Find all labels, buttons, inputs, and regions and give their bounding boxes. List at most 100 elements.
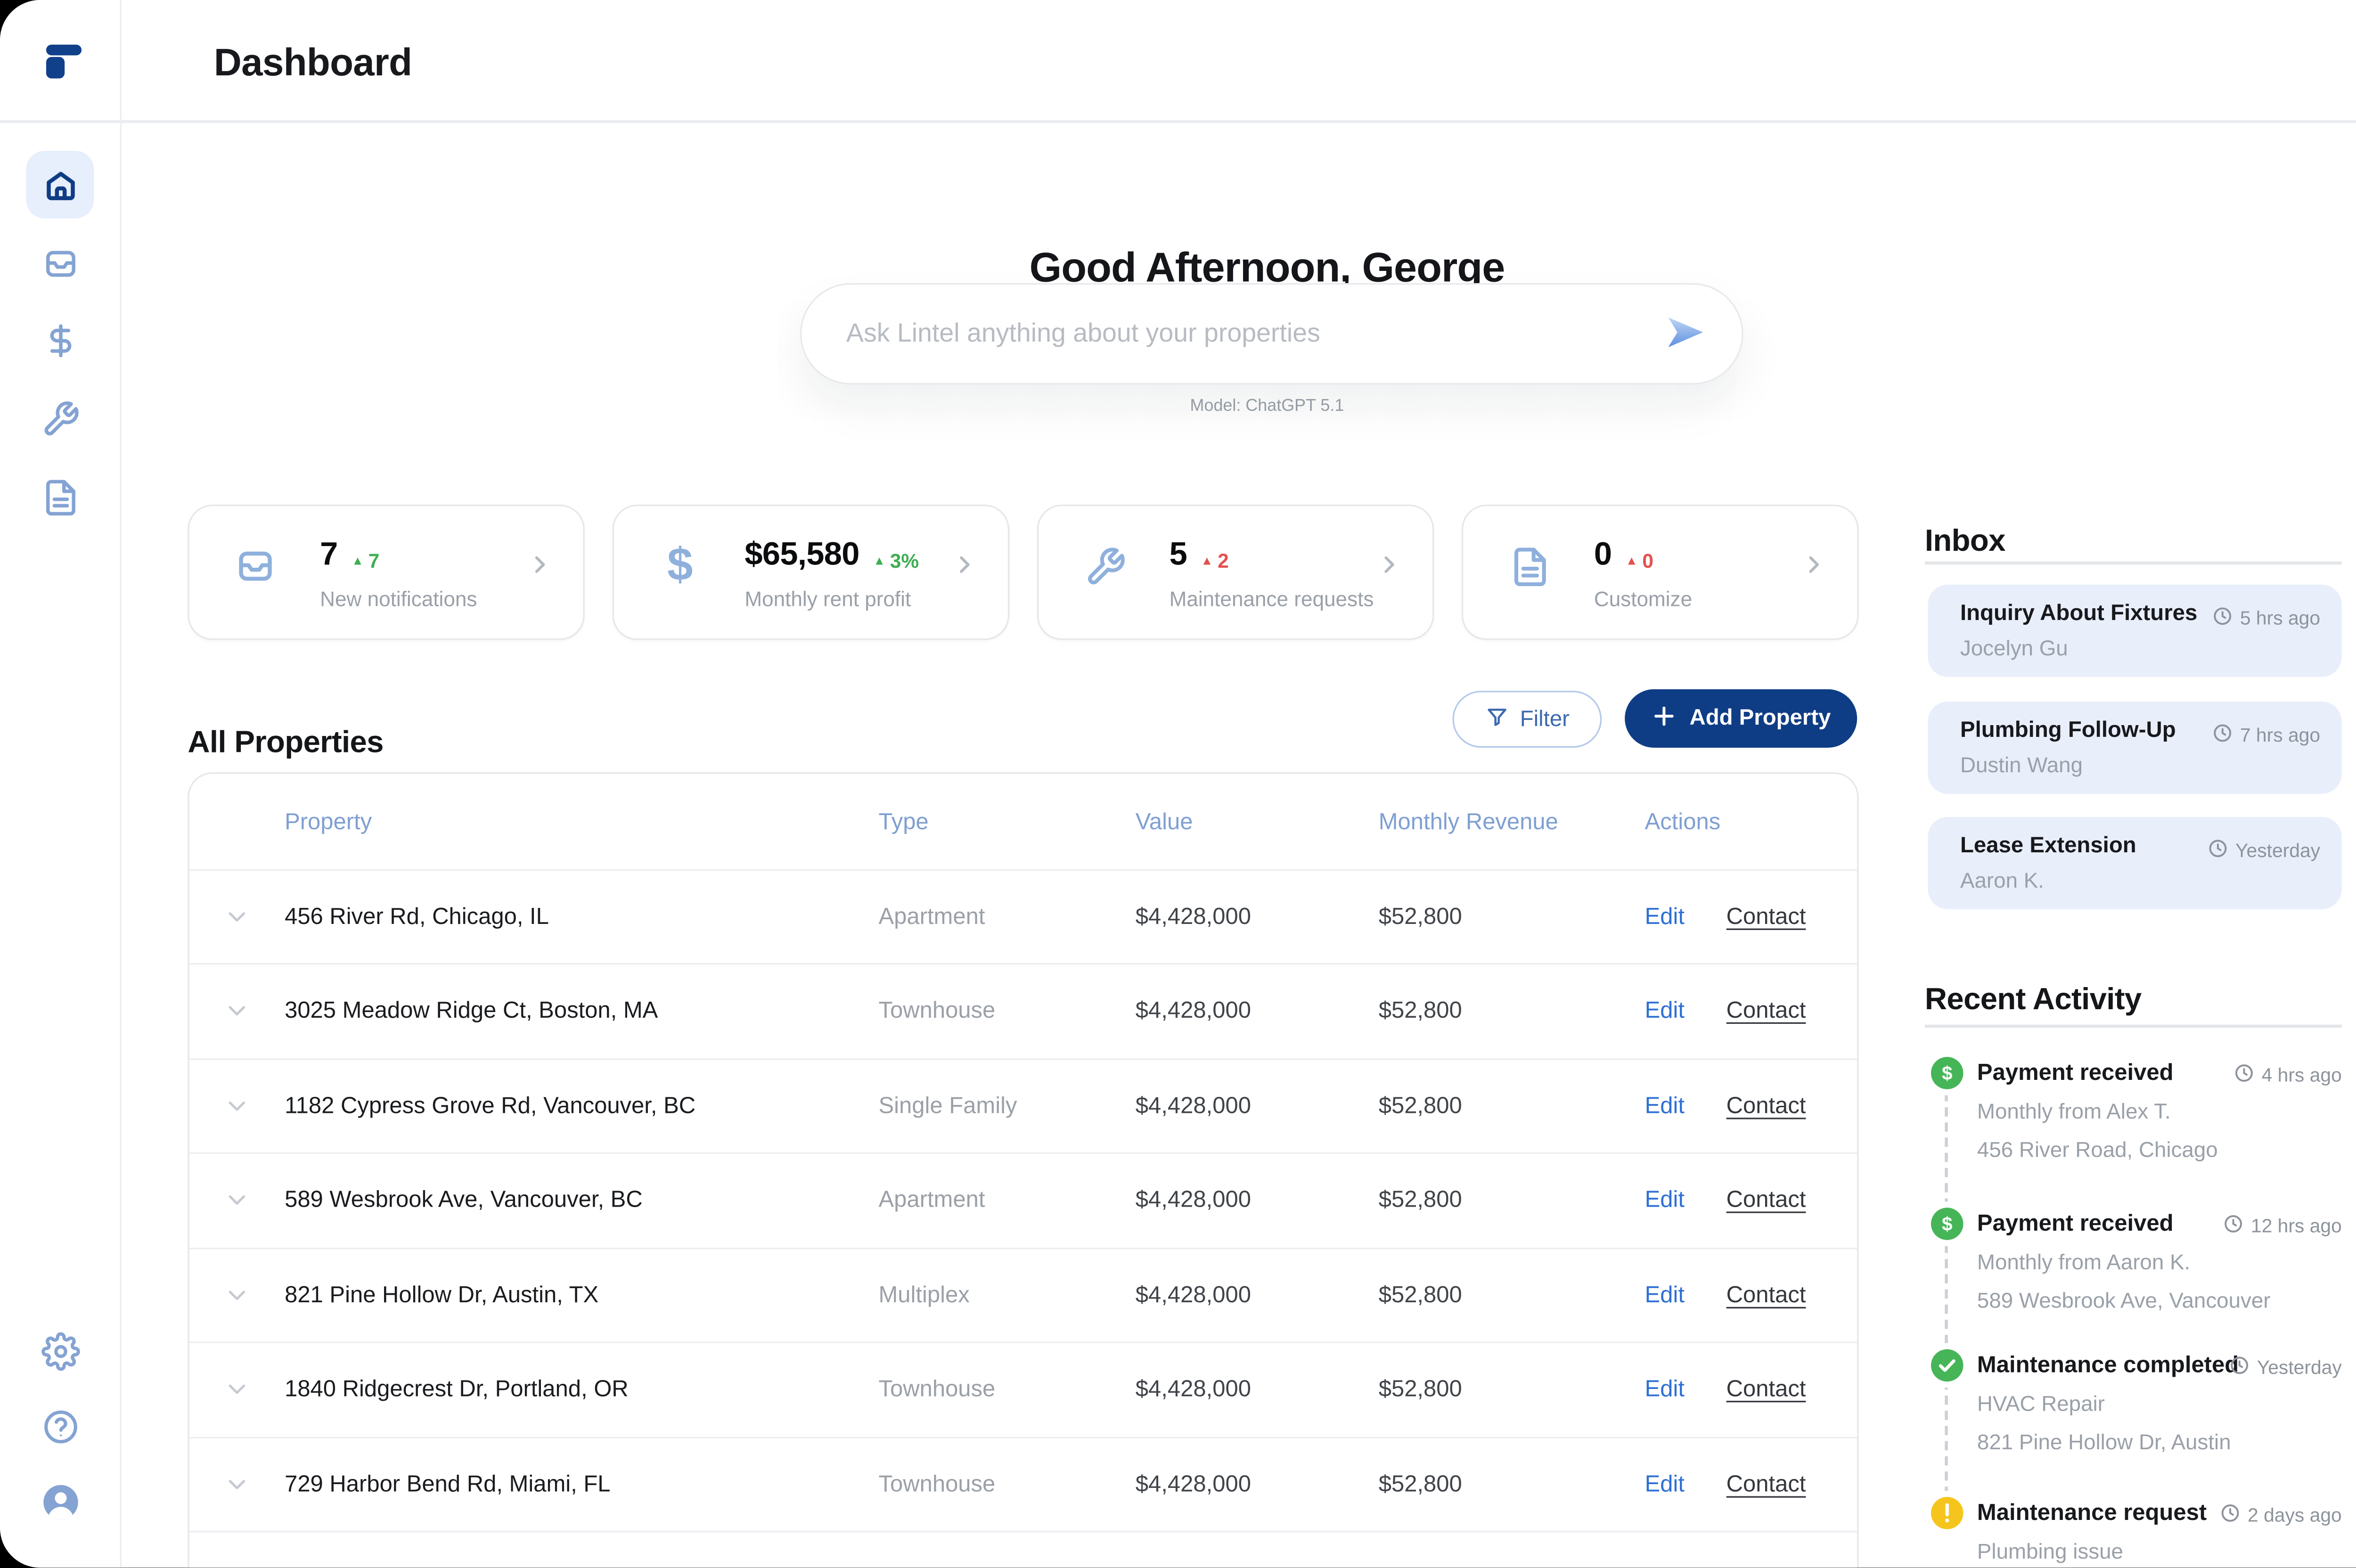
inbox-item[interactable]: Plumbing Follow-Up 7 hrs ago Dustin Wang [1928,702,2341,794]
stat-value: 5 [1170,537,1187,574]
stat-label: Maintenance requests [1170,588,1374,611]
property-type: Multiplex [878,1282,969,1308]
activity-detail: Monthly from Aaron K. [1977,1249,2190,1274]
contact-link[interactable]: Contact [1726,1282,1806,1308]
contact-link[interactable]: Contact [1726,1187,1806,1214]
clock-icon [2234,1063,2254,1087]
table-row[interactable]: 729 Harbor Bend Rd, Miami, FL Townhouse … [189,1436,1857,1531]
contact-link[interactable]: Contact [1726,1566,1806,1568]
property-type: Apartment [878,1187,985,1214]
topbar-divider [0,120,2356,122]
properties-table: Property Type Value Monthly Revenue Acti… [188,772,1858,1568]
inbox-tray-icon [229,540,282,592]
chevron-down-icon[interactable] [223,997,251,1025]
sidebar-item-payments[interactable] [26,306,94,374]
wrench-icon [41,399,80,438]
chevron-down-icon[interactable] [223,1281,251,1309]
col-property: Property [285,809,372,836]
send-icon [1663,310,1706,358]
wrench-icon [1079,540,1131,592]
logo-bar [46,45,82,55]
sidebar-item-documents[interactable] [26,463,94,531]
stat-value: 0 [1594,537,1612,574]
sidebar-item-settings[interactable] [26,1317,94,1385]
table-row[interactable]: 456 River Rd, Chicago, IL Apartment $4,4… [189,868,1857,963]
home-icon [41,165,80,204]
contact-link[interactable]: Contact [1726,1471,1806,1497]
chevron-down-icon[interactable] [223,1565,251,1568]
clock-icon [2223,1214,2243,1238]
activity-detail: 589 Wesbrook Ave, Vancouver [1977,1288,2271,1312]
chevron-down-icon[interactable] [223,1186,251,1214]
table-row[interactable]: 593 Lake Meadow Dr, Minneapolis, MN Apar… [189,1531,1857,1568]
inbox-item[interactable]: Lease Extension Yesterday Aaron K. [1928,817,2341,909]
edit-link[interactable]: Edit [1645,1187,1685,1214]
edit-link[interactable]: Edit [1645,904,1685,930]
svg-text:$: $ [1942,1062,1953,1084]
table-row[interactable]: 1182 Cypress Grove Rd, Vancouver, BC Sin… [189,1058,1857,1152]
property-revenue: $52,800 [1379,1377,1462,1403]
edit-link[interactable]: Edit [1645,1093,1685,1119]
edit-link[interactable]: Edit [1645,1377,1685,1403]
mail-sender: Aaron K. [1960,868,2044,892]
mail-time: Yesterday [2208,839,2320,863]
chevron-down-icon[interactable] [223,903,251,931]
table-row[interactable]: 821 Pine Hollow Dr, Austin, TX Multiplex… [189,1247,1857,1342]
table-row[interactable]: 589 Wesbrook Ave, Vancouver, BC Apartmen… [189,1152,1857,1247]
contact-link[interactable]: Contact [1726,1377,1806,1403]
filter-button[interactable]: Filter [1452,691,1602,748]
activity-time: 4 hrs ago [2234,1063,2342,1087]
inbox-tray-icon [41,244,80,283]
edit-link[interactable]: Edit [1645,1566,1685,1568]
sidebar-item-help[interactable] [26,1392,94,1460]
table-row[interactable]: 3025 Meadow Ridge Ct, Boston, MA Townhou… [189,963,1857,1058]
chevron-down-icon[interactable] [223,1470,251,1498]
dollar-icon [41,321,80,359]
clock-icon [2208,839,2227,863]
inbox-item[interactable]: Inquiry About Fixtures 5 hrs ago Jocelyn… [1928,585,2341,677]
activity-time: 12 hrs ago [2223,1214,2342,1238]
activity-detail: Plumbing issue [1977,1538,2123,1563]
payment-received-icon: $ [1931,1208,1963,1240]
stat-card-maintenance[interactable]: 5 ▲2 Maintenance requests [1037,505,1434,640]
chevron-down-icon[interactable] [223,1092,251,1120]
help-icon [41,1407,80,1446]
ai-search-input[interactable] [843,317,1661,351]
recent-activity-title: Recent Activity [1925,982,2142,1018]
chevron-right-icon [1800,551,1828,586]
edit-link[interactable]: Edit [1645,1282,1685,1308]
table-row[interactable]: 1840 Ridgecrest Dr, Portland, OR Townhou… [189,1341,1857,1436]
alert-circle-icon [1931,1497,1963,1529]
sidebar-item-inbox[interactable] [26,229,94,297]
send-button[interactable] [1662,311,1708,357]
mail-subject: Lease Extension [1960,834,2136,858]
activity-time: Yesterday [2229,1356,2342,1380]
payment-received-icon: $ [1931,1057,1963,1089]
contact-link[interactable]: Contact [1726,1093,1806,1119]
chevron-down-icon[interactable] [223,1376,251,1404]
sidebar-item-maintenance[interactable] [26,384,94,452]
stat-card-customize[interactable]: 0 ▲0 Customize [1462,505,1858,640]
inbox-title: Inbox [1925,524,2005,559]
document-icon [41,478,80,516]
property-revenue: $52,800 [1379,1093,1462,1119]
lintel-logo[interactable] [46,45,82,79]
edit-link[interactable]: Edit [1645,998,1685,1024]
property-revenue: $52,800 [1379,1187,1462,1214]
mail-subject: Inquiry About Fixtures [1960,602,2197,626]
add-property-button[interactable]: Add Property [1625,689,1857,748]
edit-link[interactable]: Edit [1645,1471,1685,1497]
chevron-right-icon [951,551,979,586]
contact-link[interactable]: Contact [1726,998,1806,1024]
chevron-right-icon [1375,551,1403,586]
chevron-right-icon [526,551,554,586]
contact-link[interactable]: Contact [1726,904,1806,930]
col-revenue: Monthly Revenue [1379,809,1558,836]
property-revenue: $52,800 [1379,1471,1462,1497]
stat-card-notifications[interactable]: 7 ▲7 New notifications [188,505,584,640]
sidebar-item-account[interactable] [26,1468,94,1535]
trend-up-icon: ▲ [352,555,364,567]
stat-card-rent-profit[interactable]: $ $65,580 ▲3% Monthly rent profit [613,505,1009,640]
activity-title: Maintenance completed [1977,1352,2239,1379]
sidebar-item-home[interactable] [26,151,94,219]
